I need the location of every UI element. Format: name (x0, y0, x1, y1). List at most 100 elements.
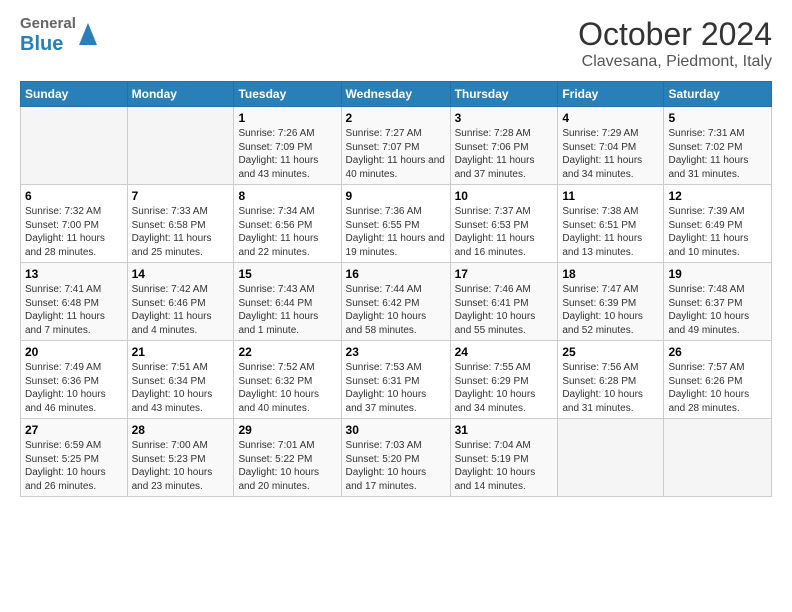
day-info: Sunrise: 7:31 AMSunset: 7:02 PMDaylight:… (668, 127, 767, 181)
day-number: 22 (238, 345, 336, 359)
calendar-cell: 17 Sunrise: 7:46 AMSunset: 6:41 PMDayligh… (450, 263, 558, 341)
day-info: Sunrise: 7:34 AMSunset: 6:56 PMDaylight:… (238, 205, 336, 259)
day-info: Sunrise: 7:04 AMSunset: 5:19 PMDaylight:… (455, 439, 554, 493)
day-header-friday: Friday (558, 82, 664, 107)
day-info: Sunrise: 7:39 AMSunset: 6:49 PMDaylight:… (668, 205, 767, 259)
day-number: 20 (25, 345, 123, 359)
day-info: Sunrise: 7:38 AMSunset: 6:51 PMDaylight:… (562, 205, 659, 259)
day-number: 3 (455, 111, 554, 125)
day-number: 7 (132, 189, 230, 203)
days-header-row: SundayMondayTuesdayWednesdayThursdayFrid… (21, 82, 772, 107)
calendar-cell: 26Sunrise: 7:57 AMSunset: 6:26 PMDayligh… (664, 341, 772, 419)
day-number: 9 (346, 189, 446, 203)
logo-general: General (20, 16, 76, 33)
day-number: 4 (562, 111, 659, 125)
calendar-cell: 1 Sunrise: 7:26 AMSunset: 7:09 PMDaylight… (234, 107, 341, 185)
day-info: Sunrise: 7:46 AMSunset: 6:41 PMDaylight:… (455, 283, 554, 337)
logo-text: General Blue (20, 16, 76, 55)
logo: General Blue (20, 16, 97, 55)
calendar-cell: 19 Sunrise: 7:48 AMSunset: 6:37 PMDayligh… (664, 263, 772, 341)
day-number: 17 (455, 267, 554, 281)
day-number: 28 (132, 423, 230, 437)
page-subtitle: Clavesana, Piedmont, Italy (578, 53, 772, 71)
calendar-cell: 11 Sunrise: 7:38 AMSunset: 6:51 PMDayligh… (558, 185, 664, 263)
day-info: Sunrise: 7:57 AMSunset: 6:26 PMDaylight:… (668, 361, 767, 415)
day-number: 1 (238, 111, 336, 125)
day-info: Sunrise: 7:32 AMSunset: 7:00 PMDaylight:… (25, 205, 123, 259)
day-info: Sunrise: 7:36 AMSunset: 6:55 PMDaylight:… (346, 205, 446, 259)
calendar-cell: 13Sunrise: 7:41 AMSunset: 6:48 PMDayligh… (21, 263, 128, 341)
calendar-cell: 14Sunrise: 7:42 AMSunset: 6:46 PMDayligh… (127, 263, 234, 341)
day-number: 12 (668, 189, 767, 203)
day-info: Sunrise: 7:47 AMSunset: 6:39 PMDaylight:… (562, 283, 659, 337)
day-number: 18 (562, 267, 659, 281)
day-info: Sunrise: 7:01 AMSunset: 5:22 PMDaylight:… (238, 439, 336, 493)
day-info: Sunrise: 7:56 AMSunset: 6:28 PMDaylight:… (562, 361, 659, 415)
calendar-cell (21, 107, 128, 185)
day-number: 23 (346, 345, 446, 359)
day-number: 25 (562, 345, 659, 359)
calendar-cell: 6 Sunrise: 7:32 AMSunset: 7:00 PMDaylight… (21, 185, 128, 263)
calendar-cell: 15 Sunrise: 7:43 AMSunset: 6:44 PMDayligh… (234, 263, 341, 341)
day-number: 6 (25, 189, 123, 203)
day-info: Sunrise: 7:42 AMSunset: 6:46 PMDaylight:… (132, 283, 230, 337)
calendar-cell: 5 Sunrise: 7:31 AMSunset: 7:02 PMDaylight… (664, 107, 772, 185)
title-area: October 2024 Clavesana, Piedmont, Italy (578, 16, 772, 71)
day-info: Sunrise: 7:51 AMSunset: 6:34 PMDaylight:… (132, 361, 230, 415)
day-number: 5 (668, 111, 767, 125)
week-row-1: 1 Sunrise: 7:26 AMSunset: 7:09 PMDaylight… (21, 107, 772, 185)
calendar-cell: 9 Sunrise: 7:36 AMSunset: 6:55 PMDaylight… (341, 185, 450, 263)
day-number: 13 (25, 267, 123, 281)
day-number: 21 (132, 345, 230, 359)
calendar-cell: 27Sunrise: 6:59 AMSunset: 5:25 PMDayligh… (21, 419, 128, 497)
day-header-wednesday: Wednesday (341, 82, 450, 107)
day-info: Sunrise: 7:03 AMSunset: 5:20 PMDaylight:… (346, 439, 446, 493)
day-info: Sunrise: 7:48 AMSunset: 6:37 PMDaylight:… (668, 283, 767, 337)
calendar-cell: 31 Sunrise: 7:04 AMSunset: 5:19 PMDayligh… (450, 419, 558, 497)
day-header-saturday: Saturday (664, 82, 772, 107)
day-number: 24 (455, 345, 554, 359)
day-header-tuesday: Tuesday (234, 82, 341, 107)
day-info: Sunrise: 7:33 AMSunset: 6:58 PMDaylight:… (132, 205, 230, 259)
calendar-cell: 10 Sunrise: 7:37 AMSunset: 6:53 PMDayligh… (450, 185, 558, 263)
page-title: October 2024 (578, 16, 772, 53)
day-info: Sunrise: 7:00 AMSunset: 5:23 PMDaylight:… (132, 439, 230, 493)
day-number: 8 (238, 189, 336, 203)
calendar-cell: 3 Sunrise: 7:28 AMSunset: 7:06 PMDaylight… (450, 107, 558, 185)
day-info: Sunrise: 7:28 AMSunset: 7:06 PMDaylight:… (455, 127, 554, 181)
calendar-cell: 4 Sunrise: 7:29 AMSunset: 7:04 PMDaylight… (558, 107, 664, 185)
day-number: 31 (455, 423, 554, 437)
day-info: Sunrise: 7:27 AMSunset: 7:07 PMDaylight:… (346, 127, 446, 181)
calendar-cell: 29 Sunrise: 7:01 AMSunset: 5:22 PMDayligh… (234, 419, 341, 497)
day-number: 29 (238, 423, 336, 437)
calendar-cell: 21 Sunrise: 7:51 AMSunset: 6:34 PMDayligh… (127, 341, 234, 419)
calendar-cell: 20Sunrise: 7:49 AMSunset: 6:36 PMDayligh… (21, 341, 128, 419)
page: General Blue October 2024 Clavesana, Pie… (0, 0, 792, 507)
calendar-table: SundayMondayTuesdayWednesdayThursdayFrid… (20, 81, 772, 497)
day-number: 16 (346, 267, 446, 281)
week-row-5: 27Sunrise: 6:59 AMSunset: 5:25 PMDayligh… (21, 419, 772, 497)
calendar-cell: 30 Sunrise: 7:03 AMSunset: 5:20 PMDayligh… (341, 419, 450, 497)
calendar-cell: 16Sunrise: 7:44 AMSunset: 6:42 PMDayligh… (341, 263, 450, 341)
calendar-cell: 2 Sunrise: 7:27 AMSunset: 7:07 PMDaylight… (341, 107, 450, 185)
logo-icon (79, 23, 97, 45)
calendar-cell: 24Sunrise: 7:55 AMSunset: 6:29 PMDayligh… (450, 341, 558, 419)
day-number: 10 (455, 189, 554, 203)
header: General Blue October 2024 Clavesana, Pie… (20, 16, 772, 71)
day-info: Sunrise: 7:29 AMSunset: 7:04 PMDaylight:… (562, 127, 659, 181)
day-number: 19 (668, 267, 767, 281)
day-number: 30 (346, 423, 446, 437)
day-info: Sunrise: 6:59 AMSunset: 5:25 PMDaylight:… (25, 439, 123, 493)
day-info: Sunrise: 7:26 AMSunset: 7:09 PMDaylight:… (238, 127, 336, 181)
day-info: Sunrise: 7:37 AMSunset: 6:53 PMDaylight:… (455, 205, 554, 259)
day-info: Sunrise: 7:52 AMSunset: 6:32 PMDaylight:… (238, 361, 336, 415)
day-header-sunday: Sunday (21, 82, 128, 107)
day-number: 2 (346, 111, 446, 125)
calendar-cell: 28 Sunrise: 7:00 AMSunset: 5:23 PMDayligh… (127, 419, 234, 497)
day-header-monday: Monday (127, 82, 234, 107)
calendar-cell: 8 Sunrise: 7:34 AMSunset: 6:56 PMDaylight… (234, 185, 341, 263)
day-info: Sunrise: 7:43 AMSunset: 6:44 PMDaylight:… (238, 283, 336, 337)
calendar-cell (127, 107, 234, 185)
day-number: 15 (238, 267, 336, 281)
day-number: 11 (562, 189, 659, 203)
